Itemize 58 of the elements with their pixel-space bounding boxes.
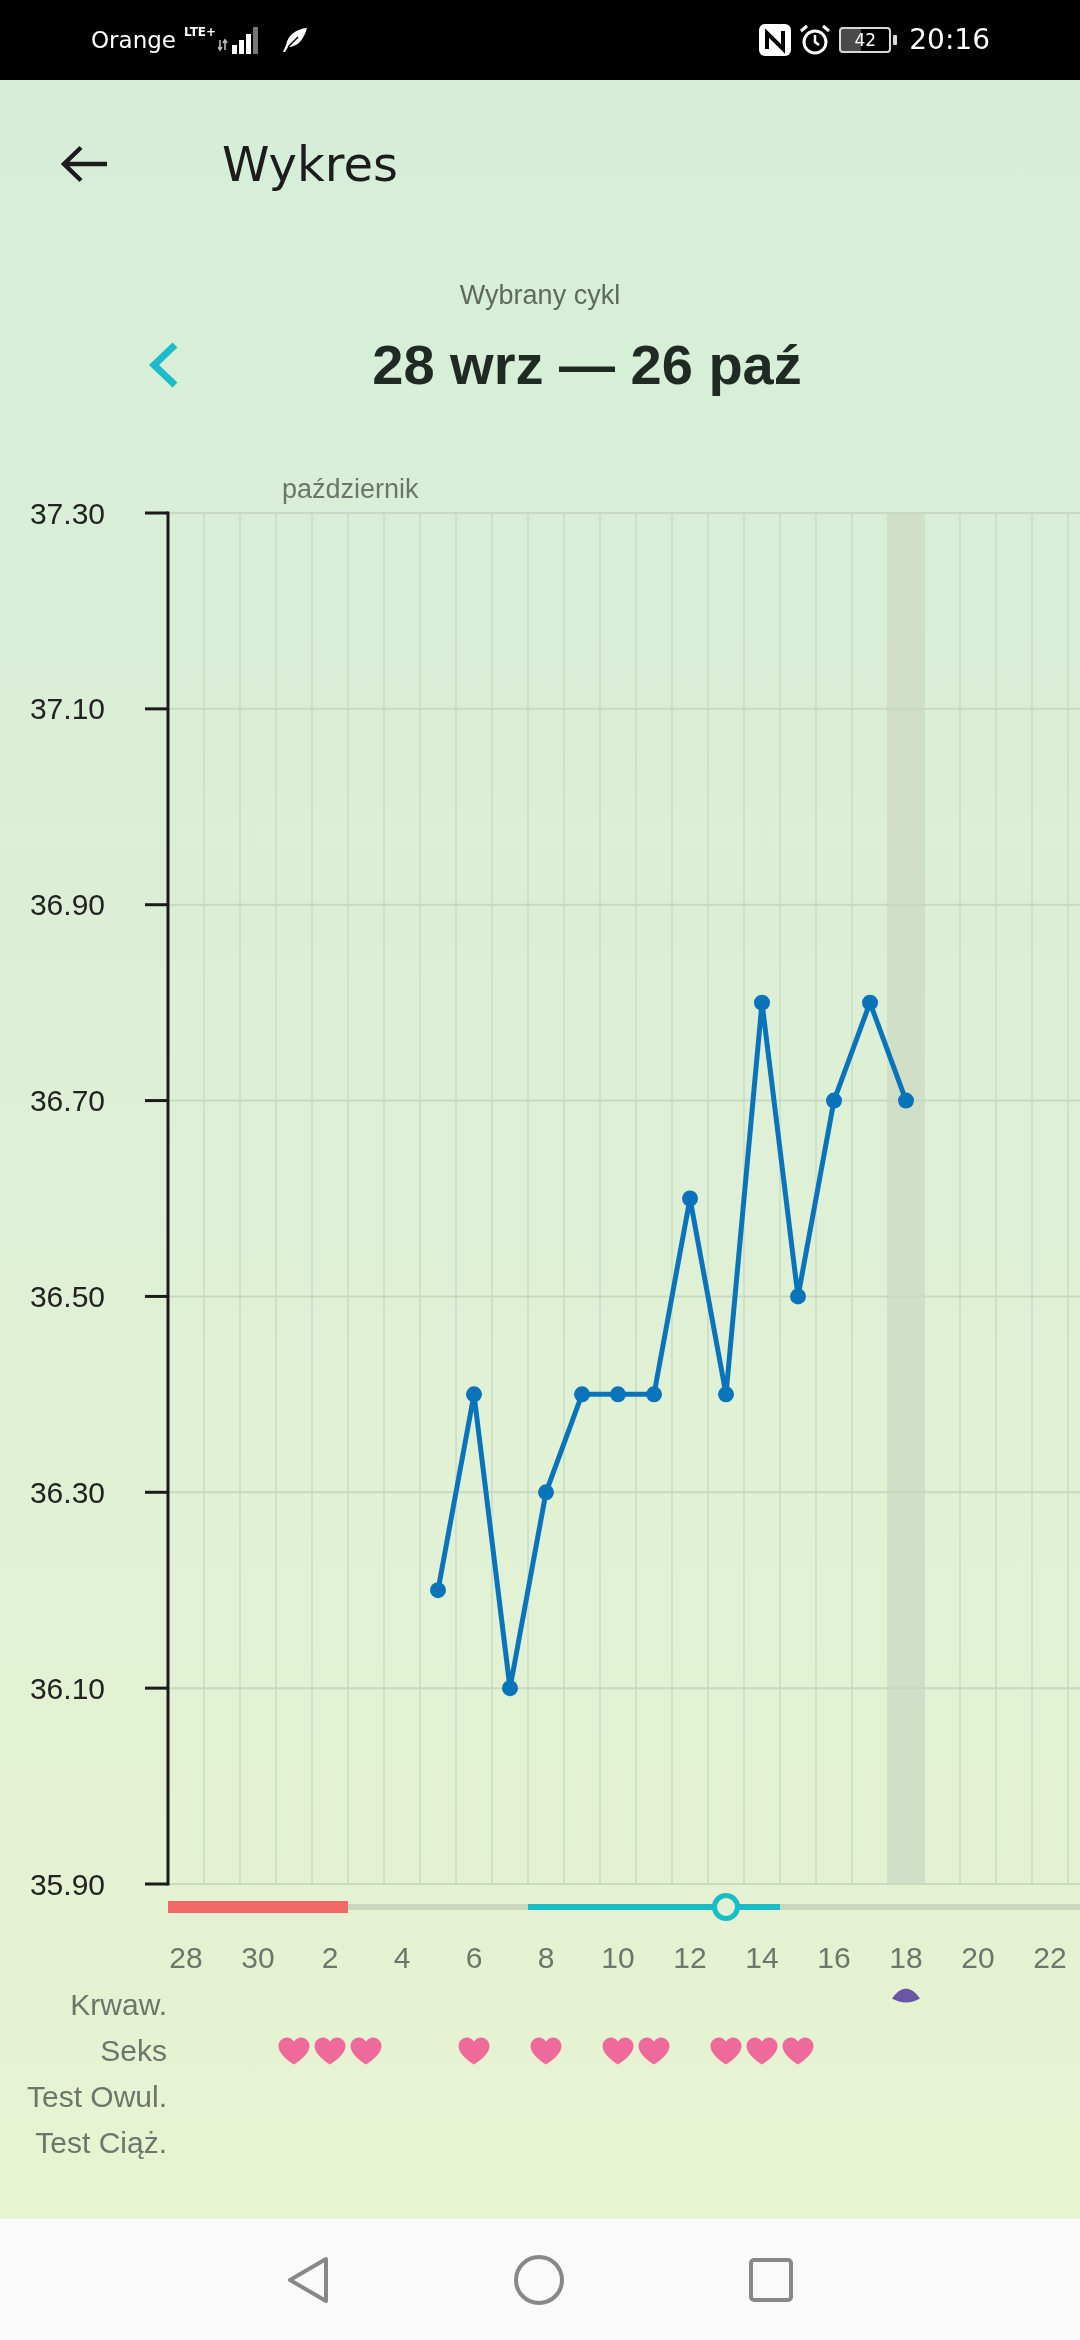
y-axis-label: 36.10	[29, 1671, 105, 1705]
x-axis-label: 28	[169, 1940, 203, 1976]
x-axis-label: 18	[889, 1940, 923, 1976]
y-axis-label: 37.10	[29, 692, 105, 726]
carrier-name: Orange	[91, 26, 176, 54]
x-axis-label: 8	[537, 1940, 555, 1976]
x-axis-label: 6	[465, 1940, 483, 1976]
x-axis-label: 4	[393, 1940, 411, 1976]
data-point	[502, 1680, 518, 1697]
month-label: październik	[282, 474, 419, 504]
row-label: Test Owul.	[25, 2079, 168, 2115]
y-axis-label: 36.90	[29, 888, 105, 922]
battery-indicator: 42	[839, 27, 898, 53]
x-axis-label: 14	[745, 1940, 779, 1976]
x-axis-label: 16	[817, 1940, 851, 1976]
x-axis-label: 20	[961, 1940, 995, 1976]
row-label: Krwaw.	[69, 1987, 168, 2023]
data-point	[826, 1092, 842, 1109]
back-icon[interactable]	[287, 2255, 329, 2304]
row-label: Test Ciąż.	[34, 2125, 168, 2161]
data-point	[610, 1386, 626, 1403]
data-point	[430, 1582, 446, 1599]
chevron-left-icon	[148, 342, 179, 388]
ovulation-ring-icon	[712, 1893, 740, 1921]
previous-cycle-button[interactable]	[148, 342, 179, 388]
network-type: LTE+	[184, 25, 217, 39]
x-axis-label: 2	[321, 1940, 339, 1976]
data-point	[862, 994, 878, 1011]
x-axis-label: 12	[673, 1940, 707, 1976]
y-axis-label: 36.50	[29, 1279, 105, 1313]
y-axis-label: 37.30	[29, 496, 105, 530]
data-point	[790, 1288, 806, 1305]
x-axis-label: 10	[601, 1940, 635, 1976]
cycle-caption: Wybrany cykl	[458, 279, 622, 312]
x-axis-label: 22	[1033, 1940, 1067, 1976]
cycle-date-range: 28 wrz — 26 paź	[371, 332, 803, 398]
y-axis-label: 36.30	[29, 1475, 105, 1509]
recents-icon[interactable]	[749, 2257, 793, 2302]
data-point	[898, 1092, 914, 1109]
y-axis-label: 36.70	[29, 1084, 105, 1118]
x-axis-label: 30	[241, 1940, 275, 1976]
y-axis-label: 35.90	[29, 1867, 105, 1900]
clock-time: 20:16	[909, 24, 990, 56]
data-point	[574, 1386, 590, 1403]
data-point	[466, 1386, 482, 1403]
back-button[interactable]	[60, 145, 108, 183]
data-point	[682, 1190, 698, 1207]
screen-title: Wykres	[222, 135, 399, 194]
data-point	[538, 1484, 554, 1501]
row-label: Seks	[99, 2033, 168, 2069]
data-point	[718, 1386, 734, 1403]
data-point	[646, 1386, 662, 1403]
back-arrow-icon	[60, 145, 108, 183]
alarm-clock-icon	[799, 24, 832, 56]
home-icon[interactable]	[514, 2254, 564, 2305]
data-point	[754, 994, 770, 1011]
nfc-icon	[759, 24, 792, 56]
feather-icon	[282, 27, 309, 53]
